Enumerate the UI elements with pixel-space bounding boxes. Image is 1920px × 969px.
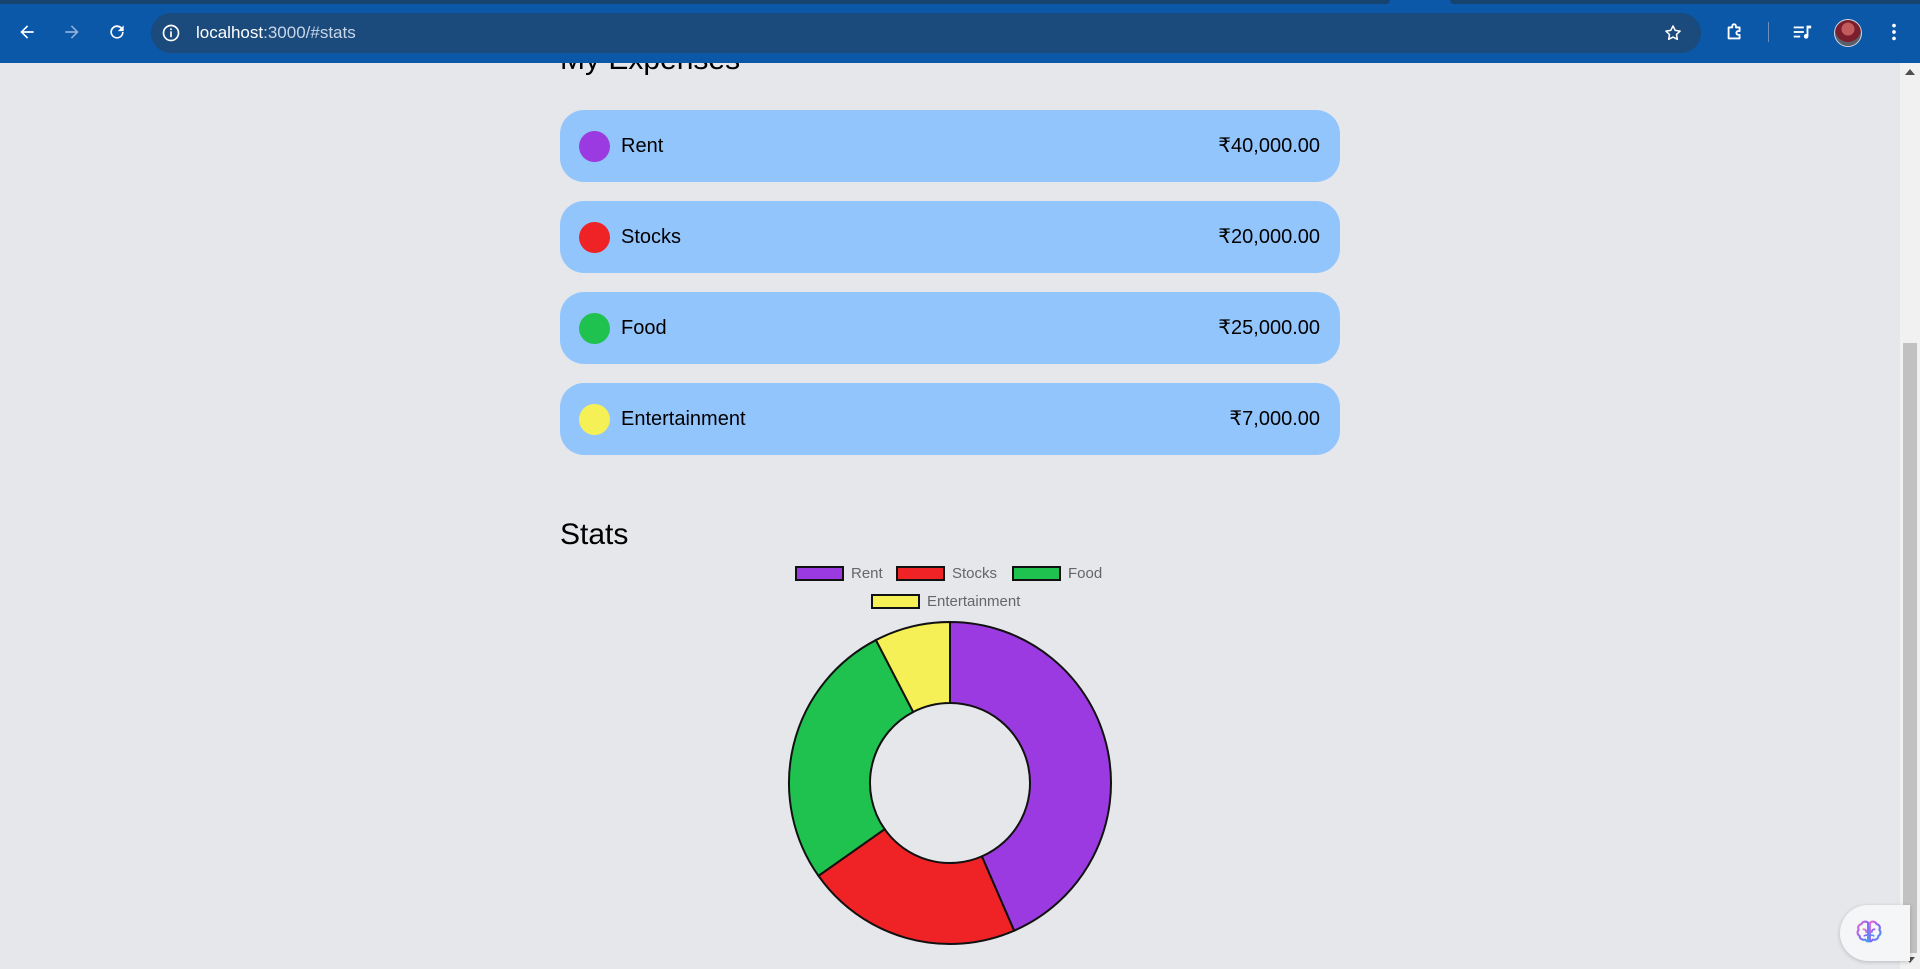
legend-item-stocks[interactable]: Stocks [896,565,997,582]
media-queue-icon [1793,25,1812,39]
legend-label: Stocks [952,565,998,582]
expense-item-entertainment[interactable]: Entertainment ₹7,000.00 [560,383,1340,455]
back-button[interactable] [10,15,44,49]
stats-title: Stats [560,518,629,551]
url-path: :3000/#stats [263,23,356,42]
legend-label: Entertainment [927,593,1021,610]
legend-item-entertainment[interactable]: Entertainment [871,593,1020,610]
expense-label: Food [621,317,667,339]
expenses-title: My Expenses [560,63,740,77]
expense-label: Rent [621,135,664,157]
kebab-menu-icon [1892,23,1896,41]
address-bar[interactable]: localhost:3000/#stats [151,13,1701,53]
expense-item-stocks[interactable]: Stocks ₹20,000.00 [560,201,1340,273]
expense-label: Stocks [621,226,682,248]
reload-icon [110,25,124,39]
menu-button[interactable] [1882,20,1906,44]
puzzle-icon [1727,23,1741,40]
legend-item-food[interactable]: Food [1012,565,1102,582]
browser-toolbar: localhost:3000/#stats [0,0,1920,63]
toolbar-separator [1768,22,1769,42]
expense-amount: ₹25,000.00 [1218,317,1320,339]
expense-amount: ₹7,000.00 [1229,408,1320,430]
expense-item-food[interactable]: Food ₹25,000.00 [560,292,1340,364]
legend-swatch [896,566,945,581]
tab-strip-left [0,0,1390,4]
expense-amount: ₹20,000.00 [1218,226,1320,248]
expense-item-rent[interactable]: Rent ₹40,000.00 [560,110,1340,182]
star-icon[interactable] [1663,23,1683,43]
expense-amount: ₹40,000.00 [1218,135,1320,157]
assistant-button[interactable] [1840,905,1910,961]
extensions-button[interactable] [1723,20,1747,44]
category-color-dot [579,131,610,162]
category-color-dot [579,222,610,253]
category-color-dot [579,404,610,435]
scroll-up-arrow[interactable] [1905,69,1915,75]
expense-label: Entertainment [621,408,746,430]
forward-button[interactable] [55,15,89,49]
back-arrow-icon [20,25,34,39]
scrollbar-thumb[interactable] [1903,343,1917,953]
brain-icon [1856,920,1882,943]
legend-label: Rent [851,565,883,582]
page-scrollbar[interactable] [1900,63,1920,969]
profile-avatar[interactable] [1834,19,1862,47]
reload-button[interactable] [100,15,134,49]
url-host: localhost [196,23,264,42]
legend-swatch [795,566,844,581]
media-button[interactable] [1790,20,1814,44]
legend-label: Food [1068,565,1103,582]
page-viewport: My Expenses Rent ₹40,000.00 Stocks ₹20,0… [0,63,1900,969]
info-icon[interactable] [161,23,181,43]
tab-strip-right [1450,0,1920,4]
legend-item-rent[interactable]: Rent [795,565,883,582]
category-color-dot [579,313,610,344]
legend-swatch [1012,566,1061,581]
forward-arrow-icon [65,25,79,39]
url-text[interactable]: localhost:3000/#stats [196,13,356,53]
legend-swatch [871,594,920,609]
expenses-doughnut-chart [788,620,1112,945]
